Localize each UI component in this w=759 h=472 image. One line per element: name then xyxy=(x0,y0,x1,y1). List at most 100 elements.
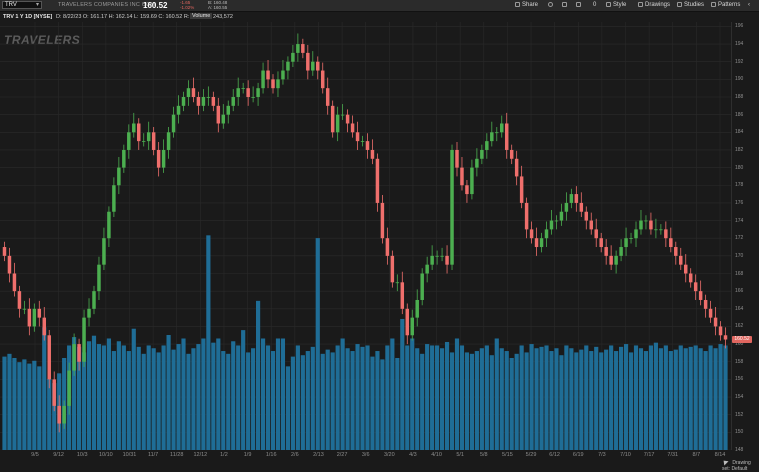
candle-body xyxy=(52,379,56,406)
candle-body xyxy=(644,220,648,222)
candle-body xyxy=(430,255,434,265)
candle-body xyxy=(37,308,42,318)
candle-body xyxy=(693,282,698,292)
volume-bar xyxy=(166,335,171,450)
change-percent: -1.02% xyxy=(180,5,195,10)
candle-body xyxy=(385,238,390,256)
candle-body xyxy=(236,88,240,98)
volume-bar xyxy=(131,328,136,450)
volume-bar xyxy=(524,352,529,450)
grid-counter[interactable]: 0 xyxy=(593,2,596,8)
candle-body xyxy=(679,255,683,265)
candle-body xyxy=(117,167,121,186)
drawings-button[interactable]: Drawings xyxy=(638,2,670,8)
volume-bar xyxy=(380,359,385,450)
volume-bar xyxy=(27,363,32,450)
sync-button[interactable] xyxy=(576,2,583,8)
volume-bar xyxy=(141,353,146,450)
volume-bar xyxy=(265,345,271,450)
volume-bar xyxy=(186,353,191,450)
volume-bar xyxy=(489,355,494,450)
y-tick-label: 190 xyxy=(735,76,744,83)
y-tick-label: 158 xyxy=(735,358,744,365)
candle-body xyxy=(42,317,47,336)
candle-body xyxy=(87,308,91,318)
volume-bar xyxy=(385,345,390,450)
chart-info-bar: TRV 1 Y 1D [NYSE] D: 8/22/23 O: 161.17 H… xyxy=(0,12,759,22)
settings-button[interactable] xyxy=(548,2,555,8)
candle-body xyxy=(509,149,514,159)
candle-body xyxy=(286,61,290,71)
candle-body xyxy=(47,335,51,380)
candle-body xyxy=(465,185,469,195)
candle-body xyxy=(112,185,116,212)
bell-button[interactable] xyxy=(562,2,569,8)
candle-body xyxy=(688,273,693,283)
candle-body xyxy=(534,238,539,248)
volume-bar xyxy=(698,348,703,450)
volume-bar xyxy=(181,338,186,450)
x-tick-label: 3/20 xyxy=(383,452,395,458)
volume-bar xyxy=(7,353,12,450)
y-tick-label: 174 xyxy=(735,217,744,224)
volume-bar xyxy=(390,338,395,450)
cursor-icon xyxy=(721,458,729,466)
volume-bar xyxy=(514,353,519,450)
candle-body xyxy=(201,97,206,106)
candle-body xyxy=(320,70,325,89)
volume-bar xyxy=(569,348,574,450)
volume-bar xyxy=(47,378,52,450)
candle-body xyxy=(102,238,106,265)
volume-bar xyxy=(300,355,305,450)
volume-bar xyxy=(410,338,415,450)
volume-bar xyxy=(504,351,509,450)
volume-bar xyxy=(325,349,330,450)
candle-body xyxy=(579,202,584,212)
candle-body xyxy=(266,70,270,80)
volume-bar xyxy=(22,359,27,450)
candle-body xyxy=(574,194,579,203)
volume-bar xyxy=(196,344,201,450)
price-chart[interactable] xyxy=(0,22,731,450)
studies-button[interactable]: Studies xyxy=(677,2,704,8)
volume-bar xyxy=(295,345,300,450)
volume-bar xyxy=(236,345,241,450)
candle-body xyxy=(276,79,280,89)
x-tick-label: 7/10 xyxy=(620,452,631,458)
x-tick-label: 10/10 xyxy=(98,452,113,458)
drawing-set-status[interactable]: Drawing set: Default xyxy=(721,458,759,472)
volume-bar xyxy=(599,352,604,450)
volume-bar xyxy=(713,348,718,450)
last-price-tag: 160.52 xyxy=(732,336,752,343)
candle-body xyxy=(519,176,524,203)
candle-body xyxy=(57,405,61,424)
chevron-left-icon[interactable]: ‹ xyxy=(748,2,750,8)
volume-bar xyxy=(246,352,251,450)
y-tick-label: 178 xyxy=(735,182,744,189)
candle-body xyxy=(62,405,66,424)
x-tick-label: 7/31 xyxy=(667,452,679,458)
volume-bar xyxy=(17,362,22,450)
symbol-selector[interactable]: TRV ▾ xyxy=(2,1,42,9)
candle-body xyxy=(654,229,658,231)
candle-body xyxy=(723,335,728,340)
candle-body xyxy=(713,317,718,327)
candle-body xyxy=(435,255,439,257)
candle-body xyxy=(683,264,688,274)
share-button[interactable]: Share xyxy=(515,2,538,8)
candle-body xyxy=(599,238,603,248)
company-name: TRAVELERS COMPANIES INC COM xyxy=(58,2,156,8)
volume-bar xyxy=(136,346,141,450)
patterns-button[interactable]: Patterns xyxy=(711,2,740,8)
style-button[interactable]: Style xyxy=(606,2,626,8)
candle-body xyxy=(2,247,7,256)
volume-bar xyxy=(42,327,47,450)
volume-label: Volume xyxy=(190,13,213,19)
volume-bar xyxy=(156,352,161,450)
volume-bar xyxy=(315,238,320,450)
volume-bar xyxy=(534,348,539,450)
volume-bar xyxy=(365,345,370,450)
x-tick-label: 8/14 xyxy=(714,452,726,458)
volume-bar xyxy=(121,345,126,450)
volume-bar xyxy=(425,344,430,450)
